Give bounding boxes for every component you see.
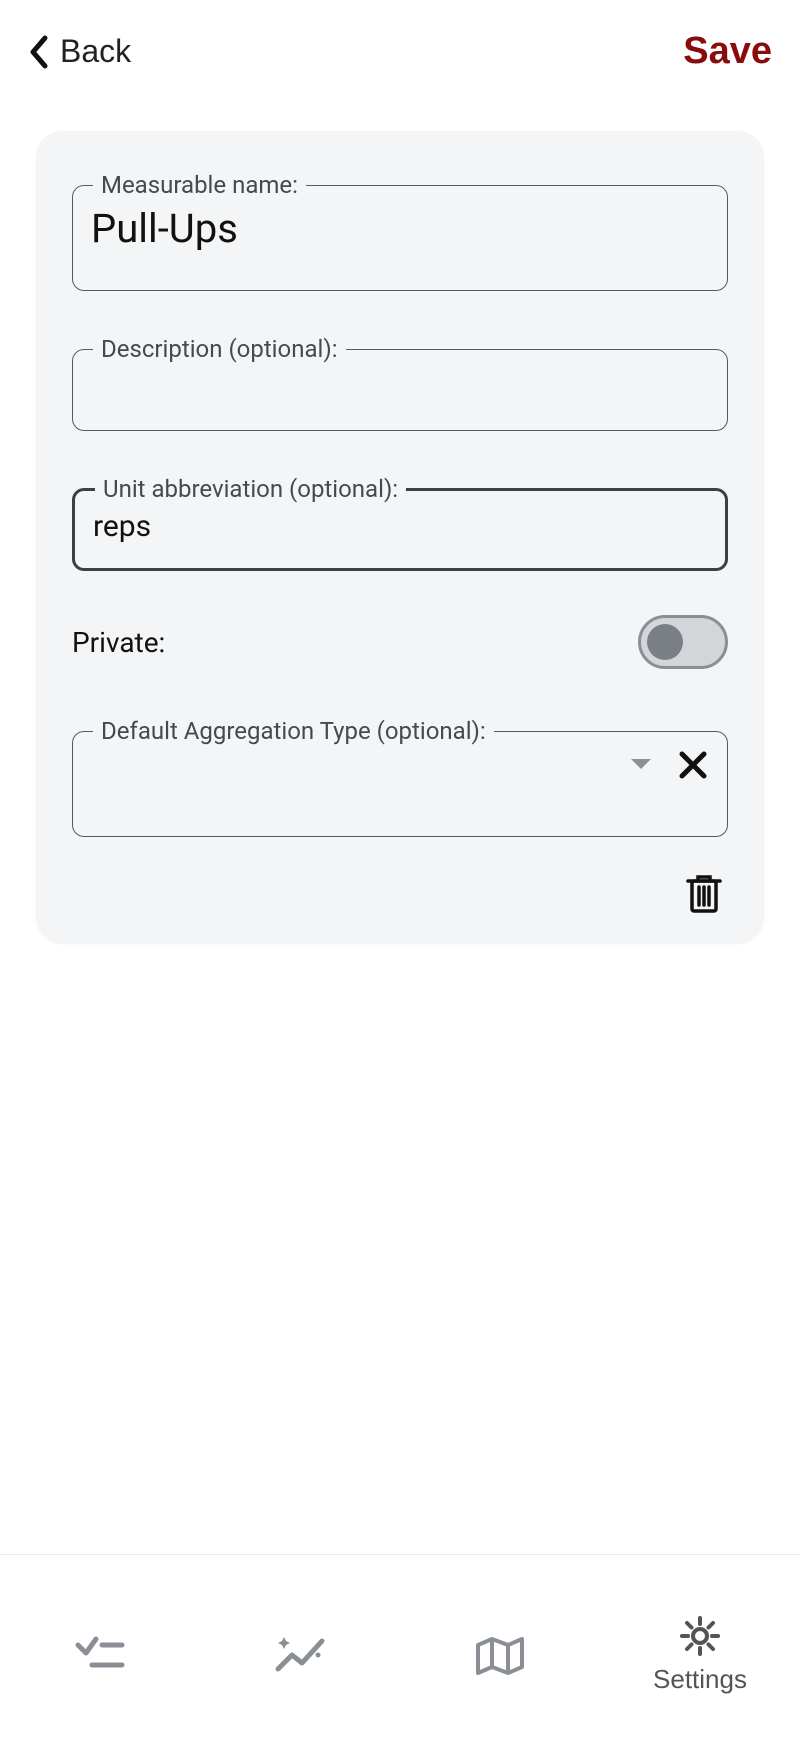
private-toggle[interactable] <box>638 615 728 669</box>
delete-button[interactable] <box>686 873 722 913</box>
name-field-label: Measurable name: <box>93 171 306 199</box>
toggle-knob <box>647 624 683 660</box>
unit-field-label: Unit abbreviation (optional): <box>95 475 406 503</box>
sparkle-trend-icon <box>272 1633 328 1677</box>
nav-tab-settings[interactable]: Settings <box>600 1614 800 1695</box>
back-label: Back <box>60 33 131 70</box>
aggregation-value[interactable] <box>91 745 619 785</box>
unit-input[interactable] <box>93 503 707 554</box>
close-icon[interactable] <box>677 749 709 781</box>
form-card: Measurable name: Description (optional):… <box>36 131 764 943</box>
unit-field: Unit abbreviation (optional): <box>72 475 728 571</box>
gear-icon <box>678 1614 722 1658</box>
caret-down-icon[interactable] <box>629 757 653 773</box>
description-input[interactable] <box>91 363 709 426</box>
nav-tab-trends[interactable] <box>200 1633 400 1677</box>
chevron-left-icon <box>28 35 50 69</box>
save-button[interactable]: Save <box>683 30 772 73</box>
checklist-icon <box>74 1635 126 1675</box>
description-field-label: Description (optional): <box>93 335 346 363</box>
aggregation-field: Default Aggregation Type (optional): <box>72 717 728 837</box>
aggregation-field-label: Default Aggregation Type (optional): <box>93 717 494 745</box>
back-button[interactable]: Back <box>28 33 131 70</box>
name-input[interactable] <box>91 199 709 262</box>
private-row: Private: <box>72 615 728 669</box>
trash-icon <box>686 873 722 913</box>
nav-tab-settings-label: Settings <box>653 1664 747 1695</box>
private-label: Private: <box>72 626 165 659</box>
nav-tab-checklist[interactable] <box>0 1635 200 1675</box>
description-field: Description (optional): <box>72 335 728 431</box>
map-icon <box>472 1633 528 1677</box>
name-field: Measurable name: <box>72 171 728 291</box>
bottom-nav: Settings <box>0 1554 800 1744</box>
nav-tab-journal[interactable] <box>400 1633 600 1677</box>
